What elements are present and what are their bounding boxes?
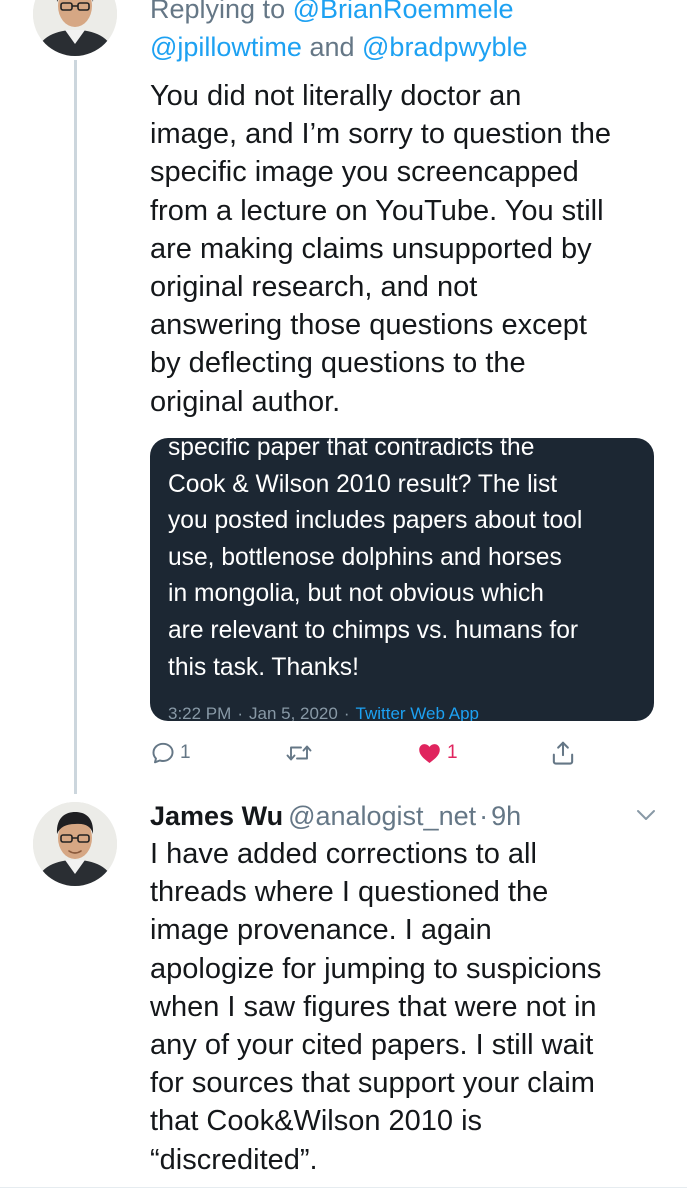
embedded-app: Twitter Web App [355,704,479,721]
embedded-tweet-meta: 3:22 PM · Jan 5, 2020 · Twitter Web App [168,704,479,721]
replying-prefix: Replying to [150,0,293,24]
tweet-text-line: when I saw figures that were not in [150,990,597,1023]
thread-connector-line [74,60,77,794]
reply-icon [152,742,174,764]
replying-conjunction: and [301,32,363,62]
embedded-tweet-text: specific paper that contradicts the Cook… [168,438,648,686]
share-button[interactable] [550,736,576,770]
embedded-text-line: use, bottlenose dolphins and horses [168,543,562,571]
reply-count: 1 [180,742,191,763]
embedded-text-line: are relevant to chimps vs. humans for [168,616,579,644]
tweet-header: James Wu @analogist_net · 9h [150,797,521,835]
embedded-text-line: this task. Thanks! [168,653,359,681]
tweet-text-line: are making claims unsupported by [150,232,592,265]
tweet-text-line: image provenance. I again [150,914,492,947]
heart-icon [419,744,440,763]
retweet-icon [286,745,312,761]
tweet-text-line: any of your cited papers. I still wait [150,1029,594,1062]
tweet-text-line: by deflecting questions to the [150,347,526,380]
tweet-text-line: original author. [150,385,341,418]
tweet-text-line: threads where I questioned the [150,876,549,909]
reply-button[interactable]: 1 [150,736,191,770]
author-name[interactable]: James Wu [150,801,283,831]
embedded-text-line: in mongolia, but not obvious which [168,580,544,608]
tweet-text-line: apologize for jumping to suspicions [150,952,602,985]
tweet-text-line: that Cook&Wilson 2010 is [150,1105,483,1138]
tweet-text-line: specific image you screencapped [150,156,579,189]
chevron-down-icon[interactable] [634,806,658,824]
tweet-text-line: You did not literally doctor an [150,80,522,112]
embedded-time: 3:22 PM [168,704,232,721]
embedded-date: Jan 5, 2020 [248,704,338,721]
avatar[interactable] [33,802,117,886]
tweet-text-line: I have added corrections to all [150,838,537,870]
tweet-timestamp[interactable]: 9h [491,801,521,831]
embedded-tweet-screenshot[interactable]: specific paper that contradicts the Cook… [150,438,654,721]
like-button[interactable]: 1 [416,736,458,770]
tweet-text: I have added corrections to all threads … [150,835,670,1179]
tweet-text: You did not literally doctor an image, a… [150,77,670,421]
embedded-text-line: specific paper that contradicts the [168,438,535,461]
header-separator: · [479,801,489,831]
embedded-text-line: you posted includes papers about tool [168,507,583,535]
tweet-divider [0,1187,687,1188]
tweet-text-line: answering those questions except [150,309,587,342]
tweet-text-line: from a lecture on YouTube. You still [150,194,604,227]
mention-link[interactable]: @jpillowtime [150,32,302,62]
embedded-text-line: Cook & Wilson 2010 result? The list [168,470,558,498]
tweet-text-line: “discredited”. [150,1143,318,1176]
embedded-separator: · [343,704,350,721]
avatar[interactable] [33,0,117,56]
embedded-separator: · [237,704,243,721]
mention-link[interactable]: @BrianRoemmele [293,0,514,24]
tweet-text-line: original research, and not [150,271,478,304]
tweet-text-line: image, and I’m sorry to question the [150,118,612,151]
replying-to: Replying to @BrianRoemmele @jpillowtime … [150,0,670,66]
author-handle[interactable]: @analogist_net [288,801,476,831]
like-count: 1 [447,742,458,763]
share-icon [552,741,574,765]
tweet-text-line: for sources that support your claim [150,1067,595,1100]
mention-link[interactable]: @bradpwyble [362,32,528,62]
retweet-button[interactable] [285,736,313,770]
